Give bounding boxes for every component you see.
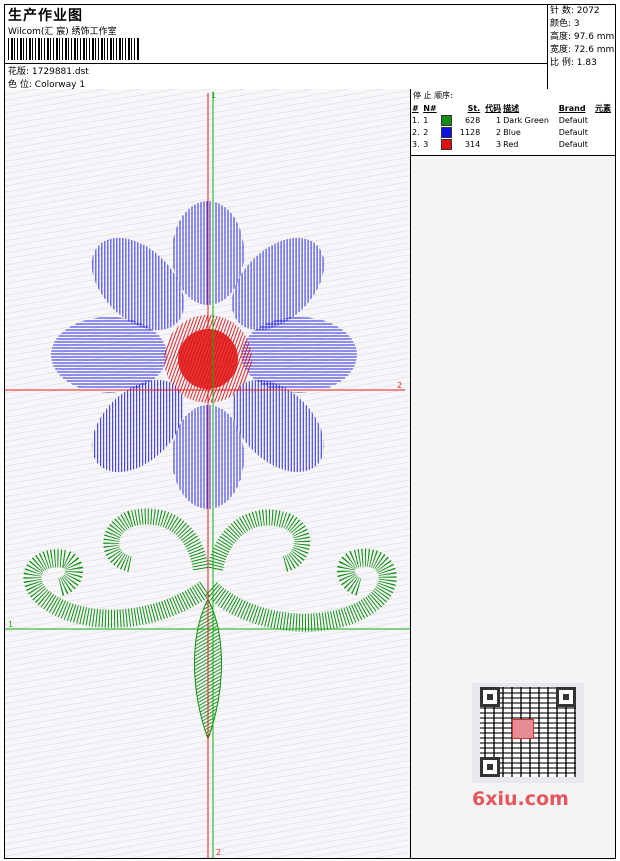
curl-left-outer: [23, 549, 211, 628]
stat-ratio: 比 例: 1.83: [550, 58, 597, 68]
qr-logo: [512, 719, 534, 739]
stat-colors: 颜色: 3: [550, 19, 580, 29]
curl-right-outer: [204, 548, 397, 632]
row-code: 2: [496, 127, 502, 137]
row-brand: Default: [558, 127, 588, 137]
col-stitches: St.: [467, 103, 481, 113]
table-header-row: # N# St. 代码 描述 Brand 元素: [411, 102, 615, 114]
table-row: 3. 3 314 3 Red Default: [411, 138, 615, 150]
curl-left-inner: [103, 508, 209, 572]
row-element: [594, 126, 615, 138]
design-file-name: 1729881.dst: [31, 67, 89, 77]
qr-code: [472, 683, 584, 783]
color-swatch: [440, 138, 455, 150]
barcode: [8, 38, 140, 60]
stat-height: 高度: 97.6 mm: [550, 32, 615, 42]
embroidery-design: 1 2 2 1: [5, 91, 410, 858]
row-index: 2.: [412, 127, 420, 137]
stat-width: 宽度: 72.6 mm: [550, 45, 615, 55]
row-stitches: 314: [464, 139, 481, 149]
row-element: [594, 138, 615, 150]
col-code: 代码: [485, 103, 502, 113]
swatch-dark-green: [441, 114, 453, 126]
qr-finder-bottom-left: [480, 757, 500, 777]
axis-label-top: 1: [211, 91, 216, 100]
table-row: 1. 1 628 1 Dark Green Default: [411, 114, 615, 126]
row-description: Blue: [503, 127, 521, 137]
row-index: 1.: [412, 115, 420, 125]
col-swatch: [440, 102, 455, 114]
row-brand: Default: [558, 115, 588, 125]
studio-name: Wilcom(汇 宸) 绣饰工作室: [8, 27, 117, 37]
stop-sequence-header: 停 止 顺序: # N# St. 代码 描述 Brand 元素 1. 1 628…: [411, 89, 615, 156]
row-index: 3.: [412, 139, 420, 149]
axis-label-left: 1: [8, 620, 13, 629]
col-description: 描述: [503, 103, 520, 113]
design-stats: 针 数: 2072 颜色: 3 高度: 97.6 mm 宽度: 72.6 mm …: [549, 5, 615, 70]
stop-sequence-title: 停 止 顺序:: [413, 91, 453, 100]
curl-right-inner: [207, 509, 311, 572]
row-stitches: 1128: [459, 127, 481, 137]
col-number: N#: [423, 103, 437, 113]
row-brand: Default: [558, 139, 588, 149]
stat-stitches: 针 数: 2072: [550, 6, 600, 16]
color-swatch: [440, 126, 455, 138]
design-canvas: 1 2 2 1: [5, 89, 411, 858]
sheet-title: 生产作业图: [8, 8, 83, 24]
col-index: #: [412, 103, 419, 113]
row-description: Red: [503, 139, 519, 149]
row-number: 2: [423, 127, 429, 137]
row-code: 3: [496, 139, 502, 149]
stem-leaves: [23, 508, 397, 741]
swatch-red: [441, 138, 453, 150]
axis-label-right: 2: [397, 381, 402, 390]
row-stitches: 628: [464, 115, 481, 125]
row-code: 1: [496, 115, 502, 125]
header-info: 生产作业图 Wilcom(汇 宸) 绣饰工作室 花版: 1729881.dst …: [5, 5, 548, 90]
qr-finder-top-right: [556, 687, 576, 707]
row-number: 1: [423, 115, 429, 125]
row-element: [594, 114, 615, 126]
col-element: 元素: [595, 103, 611, 113]
row-description: Dark Green: [503, 115, 549, 125]
sheet-header: 生产作业图 Wilcom(汇 宸) 绣饰工作室 花版: 1729881.dst …: [5, 5, 615, 90]
watermark: 6xiu.com: [472, 788, 569, 810]
row-number: 3: [423, 139, 429, 149]
color-swatch: [440, 114, 455, 126]
stop-sequence-table: # N# St. 代码 描述 Brand 元素 1. 1 628 1 Dark …: [411, 102, 615, 150]
qr-finder-top-left: [480, 687, 500, 707]
axis-label-bottom: 2: [216, 848, 221, 857]
design-file-label: 花版:: [8, 67, 30, 77]
swatch-blue: [441, 126, 453, 138]
col-brand: Brand: [558, 103, 586, 113]
design-file: 花版: 1729881.dst: [8, 64, 89, 77]
table-row: 2. 2 1128 2 Blue Default: [411, 126, 615, 138]
